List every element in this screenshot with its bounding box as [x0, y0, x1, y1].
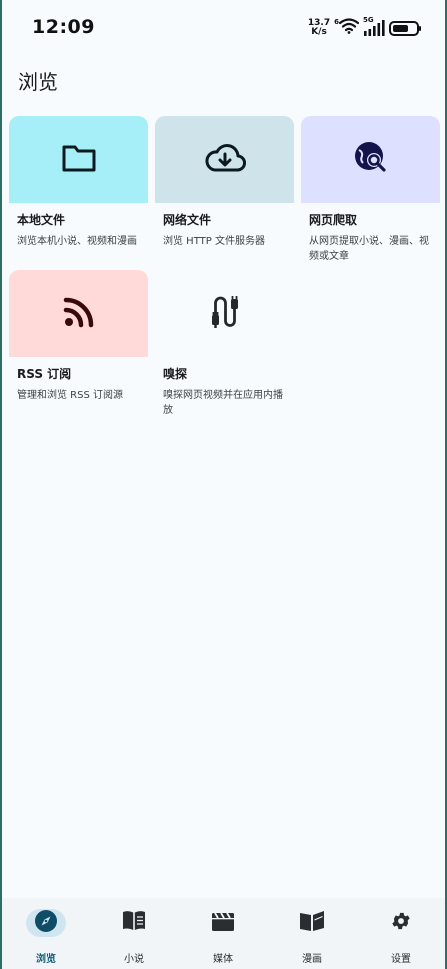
card-local-files[interactable]: 本地文件 浏览本机小说、视频和漫画: [9, 116, 148, 249]
nav-icon-container: [203, 909, 243, 937]
card-description: 浏览 HTTP 文件服务器: [163, 236, 265, 247]
card-network-files[interactable]: 网络文件 浏览 HTTP 文件服务器: [155, 116, 294, 249]
network-speed-unit: K/s: [311, 27, 327, 37]
cable-icon: [207, 293, 243, 335]
card-description: 管理和浏览 RSS 订阅源: [17, 390, 124, 401]
nav-label: 媒体: [213, 954, 233, 965]
status-indicators: 13.7 K/s 6 5G: [308, 16, 421, 39]
web-search-icon: [351, 138, 391, 182]
status-bar: 12:09 13.7 K/s 6 5G: [2, 0, 445, 56]
nav-item-browse[interactable]: 浏览: [2, 898, 90, 969]
nav-label: 漫画: [302, 954, 322, 965]
nav-item-media[interactable]: 媒体: [179, 898, 267, 969]
movie-icon: [211, 910, 235, 936]
nav-icon-container: [292, 909, 332, 937]
card-title: 网页爬取: [309, 213, 358, 227]
compass-icon: [34, 909, 58, 937]
wifi-badge: 6: [334, 18, 339, 26]
cell-signal-icon: 5G: [363, 16, 385, 37]
nav-item-novels[interactable]: 小说: [90, 898, 178, 969]
card-rss[interactable]: RSS 订阅 管理和浏览 RSS 订阅源: [9, 270, 148, 403]
folder-icon: [61, 143, 97, 177]
card-description: 嗅探网页视频并在应用内播放: [163, 390, 283, 416]
card-description: 浏览本机小说、视频和漫画: [17, 236, 137, 247]
card-tile: [9, 116, 148, 203]
rss-icon: [63, 296, 95, 332]
comic-book-icon: [299, 910, 325, 936]
card-title: 网络文件: [163, 213, 212, 227]
network-speed: 13.7 K/s: [308, 19, 330, 37]
card-title: 嗅探: [163, 367, 188, 381]
card-sniff[interactable]: 嗅探 嗅探网页视频并在应用内播放: [155, 270, 294, 418]
nav-item-comics[interactable]: 漫画: [268, 898, 356, 969]
card-title: RSS 订阅: [17, 367, 72, 381]
nav-active-indicator: [26, 909, 66, 937]
card-tile: [155, 270, 294, 357]
nav-label: 浏览: [36, 954, 56, 965]
battery-icon: [389, 20, 421, 36]
bottom-navigation: 浏览 小说 媒体 漫画 设置: [2, 898, 445, 969]
book-icon: [122, 910, 146, 936]
wifi-icon: [338, 18, 360, 38]
nav-label: 小说: [124, 954, 144, 965]
app-screen: 12:09 13.7 K/s 6 5G 浏览 本地文件 浏览本机小说、视频和漫画…: [2, 0, 445, 969]
card-tile: [301, 116, 440, 203]
cloud-download-icon: [203, 142, 247, 178]
card-tile: [9, 270, 148, 357]
page-title: 浏览: [18, 70, 58, 94]
card-web-crawl[interactable]: 网页爬取 从网页提取小说、漫画、视频或文章: [301, 116, 440, 264]
card-tile: [155, 116, 294, 203]
battery-level: [393, 24, 408, 32]
gear-icon: [390, 910, 412, 936]
nav-label: 设置: [391, 954, 411, 965]
nav-item-settings[interactable]: 设置: [357, 898, 445, 969]
nav-icon-container: [114, 909, 154, 937]
status-time: 12:09: [32, 16, 95, 38]
card-description: 从网页提取小说、漫画、视频或文章: [309, 236, 429, 262]
nav-icon-container: [381, 909, 421, 937]
card-title: 本地文件: [17, 213, 66, 227]
